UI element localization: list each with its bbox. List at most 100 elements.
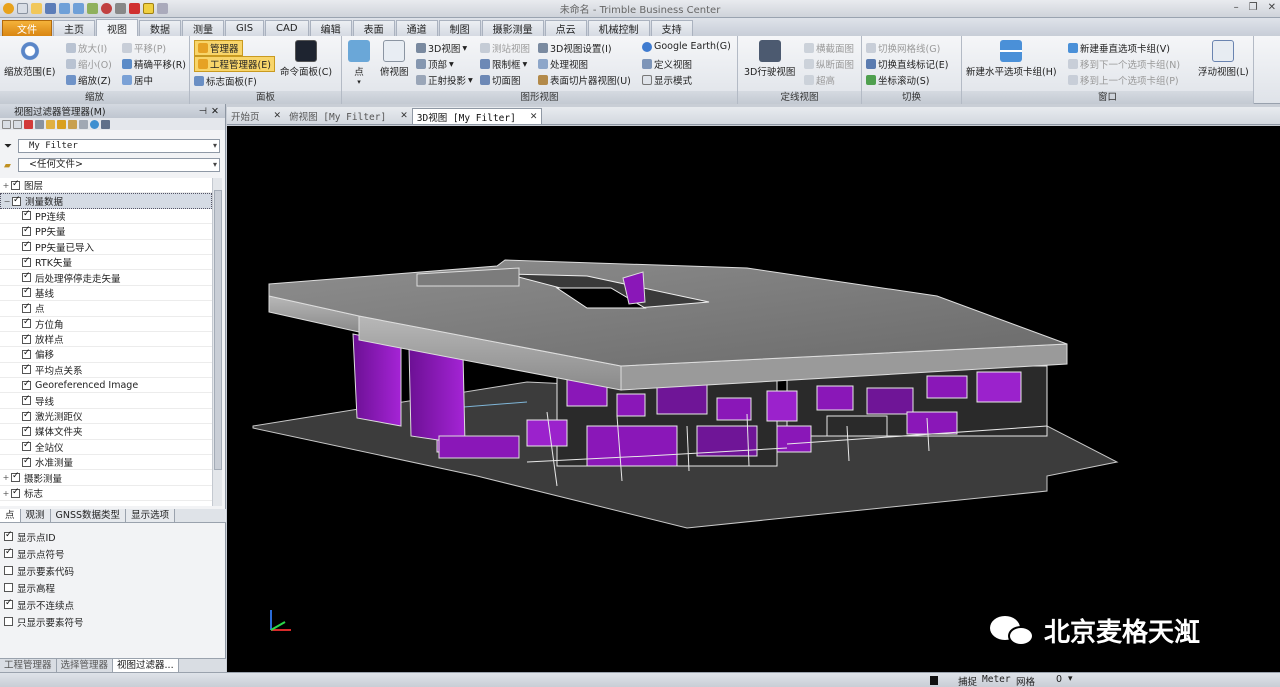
- new-icon[interactable]: [17, 3, 28, 14]
- label-panel-button[interactable]: 标志面板(F): [194, 74, 257, 88]
- tree-checkbox[interactable]: [22, 425, 31, 436]
- tree-item[interactable]: + 摄影测量: [0, 470, 212, 486]
- move-prev-group-button[interactable]: 移到上一个选项卡组(P): [1068, 73, 1179, 87]
- ortho-button[interactable]: 正射投影 ▾: [416, 73, 473, 87]
- search-icon[interactable]: [79, 119, 88, 129]
- subtab-gnss-data-type[interactable]: GNSS数据类型: [50, 509, 127, 522]
- pan-button[interactable]: 平移(P): [122, 41, 166, 55]
- tree-checkbox[interactable]: [11, 487, 20, 498]
- tree-checkbox[interactable]: [22, 363, 31, 375]
- view3d-settings-button[interactable]: 3D视图设置(I): [538, 41, 612, 55]
- properties-icon[interactable]: [35, 119, 44, 129]
- unit-indicator[interactable]: Meter: [982, 674, 1011, 685]
- tree-item[interactable]: 方位角: [0, 317, 212, 332]
- tab-gis[interactable]: GIS: [225, 20, 265, 36]
- tree-item[interactable]: PP矢量已导入: [0, 240, 212, 255]
- globe-icon[interactable]: [90, 119, 99, 129]
- tree-checkbox[interactable]: [22, 256, 31, 267]
- view3d-button[interactable]: 3D视图 ▾: [416, 41, 467, 55]
- minimize-icon[interactable]: –: [1234, 2, 1239, 13]
- option-row[interactable]: 显示高程: [4, 579, 84, 596]
- option-checkbox[interactable]: [4, 583, 13, 592]
- close-icon[interactable]: ✕: [400, 111, 408, 121]
- project-manager-button[interactable]: 工程管理器(E): [194, 56, 275, 72]
- tree-scrollbar[interactable]: [212, 178, 222, 506]
- snap-toggle[interactable]: 捕捉: [958, 674, 977, 687]
- option-row[interactable]: 显示不连续点: [4, 596, 84, 613]
- scrollbar-thumb[interactable]: [214, 190, 222, 470]
- tree-checkbox[interactable]: [22, 410, 31, 421]
- subtab-points[interactable]: 点: [0, 509, 21, 522]
- option-row[interactable]: 显示要素代码: [4, 562, 84, 579]
- option-checkbox[interactable]: [4, 598, 13, 609]
- gear-icon[interactable]: [87, 3, 98, 14]
- options-icon[interactable]: [101, 119, 110, 129]
- line-icon[interactable]: [115, 3, 126, 14]
- tree-checkbox[interactable]: [22, 225, 31, 236]
- tree-item[interactable]: + 标志: [0, 486, 212, 502]
- chevron-down-icon[interactable]: ▾: [1068, 674, 1073, 684]
- tree-item[interactable]: 放样点: [0, 332, 212, 348]
- tab-support[interactable]: 支持: [650, 20, 693, 36]
- tab-machine-control[interactable]: 机械控制: [587, 20, 650, 36]
- close-red-icon[interactable]: [129, 3, 140, 14]
- tree-checkbox[interactable]: [22, 333, 31, 344]
- tab-surface[interactable]: 表面: [352, 20, 395, 36]
- select-icon[interactable]: [143, 3, 154, 14]
- tree-checkbox[interactable]: [22, 209, 31, 221]
- google-earth-button[interactable]: Google Earth(G): [642, 41, 731, 52]
- tree-item[interactable]: 点: [0, 301, 212, 317]
- doc-tab-start[interactable]: 开始页 ✕: [227, 108, 285, 124]
- superelevation-button[interactable]: 超高: [804, 73, 835, 87]
- expand-icon[interactable]: +: [2, 489, 10, 498]
- tree-item[interactable]: − 测量数据: [0, 193, 212, 209]
- tab-pointcloud[interactable]: 点云: [544, 20, 587, 36]
- tree-checkbox[interactable]: [22, 394, 31, 406]
- tree-checkbox[interactable]: [22, 348, 31, 359]
- undo-icon[interactable]: [59, 3, 70, 14]
- delete-icon[interactable]: [24, 119, 33, 129]
- section-view-button[interactable]: 切面图: [480, 73, 521, 87]
- new-filter-icon[interactable]: [2, 119, 11, 129]
- tab-survey[interactable]: 测量: [182, 20, 224, 36]
- tree-item[interactable]: 全站仪: [0, 440, 212, 456]
- redo-icon[interactable]: [73, 3, 84, 14]
- center-button[interactable]: 居中: [122, 73, 153, 87]
- tree-checkbox[interactable]: [22, 456, 31, 467]
- define-view-button[interactable]: 定义视图: [642, 57, 692, 71]
- tree-checkbox[interactable]: [12, 195, 21, 206]
- save-icon[interactable]: [45, 3, 56, 14]
- tree-item[interactable]: 平均点关系: [0, 363, 212, 379]
- tree-checkbox[interactable]: [22, 271, 31, 283]
- tree-item[interactable]: 媒体文件夹: [0, 424, 212, 440]
- precise-pan-button[interactable]: 精确平移(R): [122, 57, 186, 71]
- clip-box-button[interactable]: 限制框 ▾: [480, 57, 527, 71]
- refresh-icon[interactable]: [57, 119, 66, 129]
- station-view-button[interactable]: 测站视图: [480, 41, 530, 55]
- line-marks-button[interactable]: 切换直线标记(E): [866, 57, 948, 71]
- tab-file[interactable]: 文件: [2, 20, 52, 36]
- file-select[interactable]: <任何文件> ▾: [18, 158, 220, 172]
- close-icon[interactable]: ✕: [211, 106, 219, 117]
- option-row[interactable]: 显示点符号: [4, 545, 84, 562]
- point-icon[interactable]: [101, 3, 112, 14]
- plan-view-button[interactable]: 俯视图: [380, 40, 409, 78]
- 3d-viewport[interactable]: 北京麦格天渱: [227, 126, 1280, 672]
- close-icon[interactable]: ✕: [530, 112, 538, 122]
- tab-view-filter-manager[interactable]: 视图过滤器...: [113, 659, 179, 672]
- grid-toggle-button[interactable]: 切换网格线(G): [866, 41, 940, 55]
- tree-item[interactable]: 激光测距仪: [0, 409, 212, 425]
- command-panel-button[interactable]: 命令面板(C): [280, 40, 332, 78]
- cross-section-button[interactable]: 横截面图: [804, 41, 854, 55]
- tab-view[interactable]: 视图: [96, 19, 138, 36]
- close-icon[interactable]: ✕: [274, 111, 282, 121]
- pin-icon[interactable]: ⊣: [199, 106, 207, 117]
- tab-photogrammetry[interactable]: 摄影测量: [481, 20, 544, 36]
- tree-checkbox[interactable]: [11, 179, 20, 190]
- tab-corridor[interactable]: 通道: [395, 20, 438, 36]
- tree-item[interactable]: PP矢量: [0, 224, 212, 240]
- tab-home[interactable]: 主页: [53, 20, 95, 36]
- option-row[interactable]: 显示点ID: [4, 528, 84, 545]
- app-icon[interactable]: [3, 3, 14, 14]
- collapse-icon[interactable]: −: [3, 197, 11, 206]
